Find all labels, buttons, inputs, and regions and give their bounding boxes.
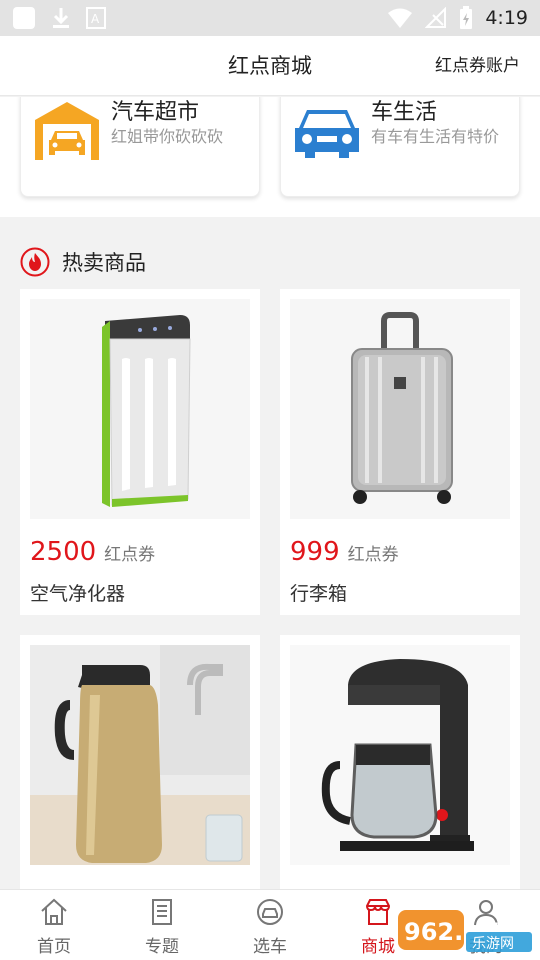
main-content[interactable]: 汽车超市 红姐带你砍砍砍 车生活 有车有生活有特价 热卖商品 2500 红点券 … (0, 97, 540, 889)
product-card[interactable]: 999 红点券 行李箱 (280, 289, 520, 615)
nav-select-car[interactable]: 选车 (216, 890, 324, 960)
status-time: 4:19 (485, 7, 528, 29)
nav-label: 首页 (37, 937, 71, 957)
hot-products-header: 热卖商品 (0, 237, 540, 287)
price-row: 999 红点券 (290, 537, 399, 567)
category-card-car-market[interactable]: 汽车超市 红姐带你砍砍砍 (20, 97, 260, 197)
category-title: 汽车超市 (111, 100, 200, 125)
wifi-icon (388, 8, 413, 28)
app-header: 红点商城 红点券账户 (0, 36, 540, 96)
watermark-logo: 962.NET 乐游网 (398, 910, 532, 952)
category-card-car-life[interactable]: 车生活 有车有生活有特价 (280, 97, 520, 197)
price-unit: 红点券 (347, 545, 399, 565)
car-icon (295, 110, 359, 158)
status-bar: A 4:19 (0, 0, 540, 36)
fire-icon (20, 247, 50, 277)
thermos-kettle-image (30, 645, 250, 865)
watermark-subtext: 乐游网 (472, 936, 514, 952)
download-icon (53, 8, 69, 28)
select-car-icon (257, 899, 283, 925)
garage-car-icon (35, 102, 99, 160)
category-section: 汽车超市 红姐带你砍砍砍 车生活 有车有生活有特价 (0, 97, 540, 217)
product-card[interactable] (20, 635, 260, 889)
nav-home[interactable]: 首页 (0, 890, 108, 960)
product-card[interactable] (280, 635, 520, 889)
font-a-icon: A (86, 7, 106, 29)
suitcase-image (290, 299, 510, 519)
product-price: 999 (290, 537, 340, 567)
price-unit: 红点券 (104, 545, 156, 565)
section-title: 热卖商品 (62, 251, 146, 275)
category-subtitle: 红姐带你砍砍砍 (111, 127, 224, 146)
notification-square-icon (13, 7, 35, 29)
coupon-account-link[interactable]: 红点券账户 (435, 36, 520, 96)
coffee-maker-image (290, 645, 510, 865)
air-purifier-image (30, 299, 250, 519)
nav-label: 专题 (145, 937, 179, 957)
product-name: 空气净化器 (30, 583, 126, 605)
home-icon (41, 898, 67, 925)
category-subtitle: 有车有生活有特价 (371, 127, 500, 146)
svg-text:A: A (91, 12, 100, 26)
category-title: 车生活 (371, 100, 438, 125)
store-icon (365, 899, 391, 925)
product-price: 2500 (30, 537, 97, 567)
product-name: 行李箱 (290, 583, 348, 605)
product-card[interactable]: 2500 红点券 空气净化器 (20, 289, 260, 615)
nav-label: 选车 (253, 937, 287, 957)
nav-topics[interactable]: 专题 (108, 890, 216, 960)
battery-charging-icon (460, 6, 473, 29)
signal-off-icon (425, 7, 447, 28)
price-row: 2500 红点券 (30, 537, 155, 567)
topic-icon (152, 899, 172, 925)
